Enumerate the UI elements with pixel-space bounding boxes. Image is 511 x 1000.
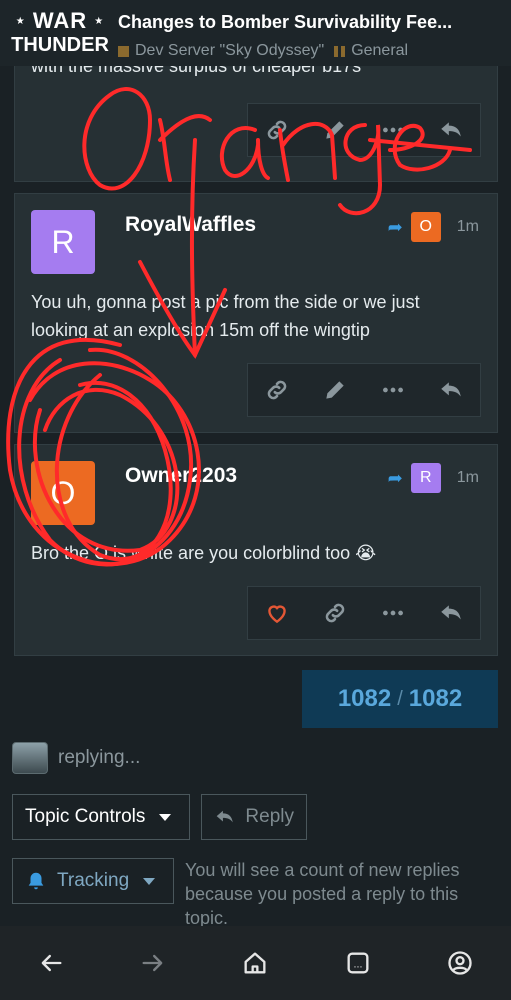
tracking-description: You will see a count of new replies beca…: [185, 860, 460, 928]
topic-title[interactable]: Changes to Bomber Survivability Fee...: [118, 12, 508, 33]
link-icon: [267, 120, 287, 140]
avatar[interactable]: R: [31, 210, 95, 274]
topic-controls-button[interactable]: Topic Controls: [12, 794, 190, 840]
replying-text: replying...: [58, 747, 141, 768]
reply-to-avatar[interactable]: R: [410, 463, 441, 493]
more-button[interactable]: [373, 370, 413, 410]
username[interactable]: Owner2203: [125, 464, 237, 488]
username[interactable]: RoyalWaffles: [125, 213, 256, 237]
post-actions: [247, 103, 481, 157]
more-button[interactable]: [373, 110, 413, 150]
replying-indicator: replying...: [12, 742, 140, 774]
category-label: Dev Server "Sky Odyssey": [135, 42, 325, 59]
progress-current: 1082: [337, 685, 392, 712]
post-time[interactable]: 1m: [457, 469, 479, 487]
reply-button[interactable]: [431, 370, 471, 410]
arrow-left-icon: [41, 954, 62, 972]
topic-controls-label: Topic Controls: [25, 806, 146, 827]
post-stream: with the massive surplus of cheaper b17s…: [0, 56, 511, 928]
reply-to-arrow-icon: ➦: [387, 467, 403, 488]
war-thunder-logo[interactable]: ★ WAR ★ THUNDER: [10, 10, 110, 62]
back-button[interactable]: [26, 938, 76, 988]
tracking-label: Tracking: [57, 870, 130, 891]
ellipsis-icon: [383, 127, 403, 133]
forward-button[interactable]: [128, 938, 178, 988]
reply-icon: [216, 810, 233, 823]
more-button[interactable]: [373, 593, 413, 633]
avatar[interactable]: O: [31, 461, 95, 525]
replying-user-avatar[interactable]: [12, 742, 48, 774]
tracking-button[interactable]: Tracking: [12, 858, 174, 904]
tabs-icon: ...: [347, 952, 369, 974]
copy-link-button[interactable]: [315, 593, 355, 633]
copy-link-button[interactable]: [257, 110, 297, 150]
logo-line2: THUNDER: [11, 34, 109, 57]
edit-button[interactable]: [315, 110, 355, 150]
link-icon: [325, 603, 345, 623]
edit-button[interactable]: [315, 370, 355, 410]
post: O Owner2203 ➦ R 1m Bro the O is white ar…: [14, 444, 498, 656]
subcategory-color-icon: [334, 45, 346, 57]
post-actions: [247, 586, 481, 640]
home-icon: [244, 952, 266, 974]
user-circle-icon: [448, 951, 472, 975]
reply-button[interactable]: [431, 110, 471, 150]
post-body: Bro the O is white are you colorblind to…: [31, 543, 377, 563]
post-actions: [247, 363, 481, 417]
progress-separator: /: [397, 687, 403, 710]
topic-reply-button[interactable]: Reply: [201, 794, 307, 840]
reply-icon: [441, 382, 461, 397]
link-icon: [267, 380, 287, 400]
reply-to-arrow-icon: ➦: [387, 216, 403, 237]
like-button[interactable]: [257, 593, 297, 633]
reply-icon: [441, 605, 461, 620]
topic-progress[interactable]: 1082 / 1082: [302, 670, 498, 728]
category-color-icon: [118, 45, 129, 57]
reply-button[interactable]: [431, 593, 471, 633]
pencil-icon: [326, 381, 344, 399]
pencil-icon: [326, 121, 344, 139]
logo-line1: WAR: [32, 8, 88, 33]
svg-text:...: ...: [353, 960, 362, 971]
bell-icon: [28, 872, 44, 890]
account-button[interactable]: [435, 938, 485, 988]
post: with the massive surplus of cheaper b17s: [14, 56, 498, 182]
post-body: You uh, gonna post a pic from the side o…: [31, 292, 420, 340]
category-general[interactable]: General: [334, 42, 408, 60]
browser-nav-bar: ...: [0, 926, 511, 1000]
reply-label: Reply: [245, 806, 294, 827]
post: R RoyalWaffles ➦ O 1m You uh, gonna post…: [14, 193, 498, 433]
post-time[interactable]: 1m: [457, 218, 479, 236]
caret-down-icon: [159, 813, 172, 821]
category-dev-server[interactable]: Dev Server "Sky Odyssey": [118, 42, 324, 60]
reply-to-avatar[interactable]: O: [410, 212, 441, 242]
caret-down-icon: [143, 877, 156, 885]
arrow-right-icon: [142, 954, 163, 972]
topic-header: ★ WAR ★ THUNDER Changes to Bomber Surviv…: [0, 0, 511, 66]
category-label: General: [351, 42, 409, 59]
home-button[interactable]: [230, 938, 280, 988]
ellipsis-icon: [383, 387, 403, 393]
progress-total: 1082: [408, 685, 463, 712]
heart-icon: [268, 605, 286, 624]
reply-icon: [441, 122, 461, 137]
tabs-button[interactable]: ...: [333, 938, 383, 988]
ellipsis-icon: [383, 610, 403, 616]
copy-link-button[interactable]: [257, 370, 297, 410]
